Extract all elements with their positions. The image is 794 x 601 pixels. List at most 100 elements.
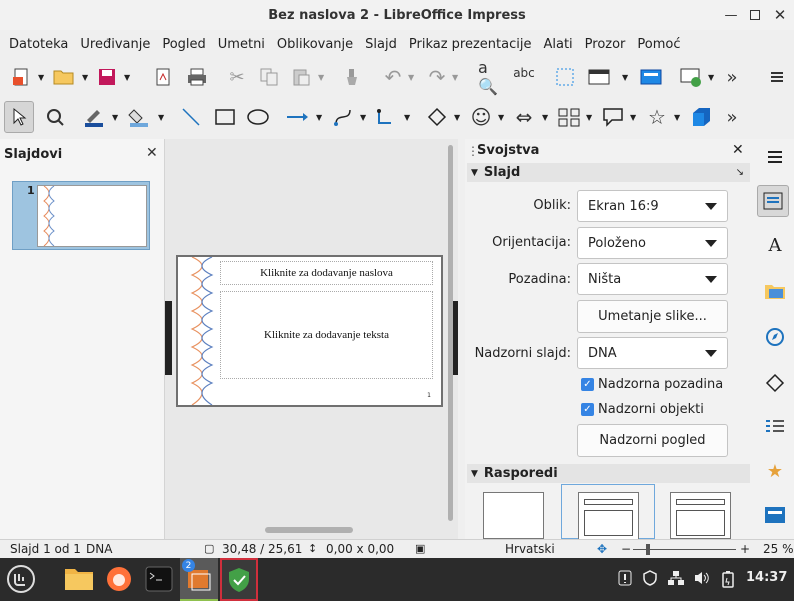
menu-tools[interactable]: Alati: [537, 37, 578, 52]
slide-transition-icon[interactable]: [761, 413, 789, 441]
chevron-down-icon[interactable]: ▼: [674, 113, 680, 122]
orientation-select[interactable]: Položeno: [577, 227, 728, 259]
notification-icon[interactable]: [618, 570, 632, 590]
maximize-icon[interactable]: [746, 6, 764, 24]
minimize-icon[interactable]: —: [722, 6, 740, 24]
menu-file[interactable]: Datoteka: [3, 37, 74, 52]
line-tool-icon[interactable]: [178, 103, 204, 131]
3d-objects-icon[interactable]: [688, 103, 714, 131]
undo-icon[interactable]: ↶: [380, 63, 406, 91]
layout-title-content-selected[interactable]: [561, 484, 655, 540]
open-folder-icon[interactable]: [50, 63, 78, 91]
menu-window[interactable]: Prozor: [579, 37, 632, 52]
master-slide-select[interactable]: DNA: [577, 337, 728, 369]
paste-icon[interactable]: [288, 63, 314, 91]
line-color-icon[interactable]: [80, 103, 108, 131]
chevron-down-icon[interactable]: ▼: [38, 73, 44, 82]
find-replace-icon[interactable]: a🔍: [478, 58, 504, 96]
chevron-down-icon[interactable]: ▼: [586, 113, 592, 122]
layout-title-slide[interactable]: [670, 492, 731, 539]
volume-icon[interactable]: [693, 570, 711, 590]
fill-color-icon[interactable]: [124, 103, 154, 131]
styles-icon[interactable]: A: [761, 231, 789, 259]
layout-blank[interactable]: [483, 492, 544, 539]
chevron-down-icon[interactable]: ▼: [158, 113, 164, 122]
files-icon[interactable]: [62, 562, 96, 596]
chevron-down-icon[interactable]: ▼: [454, 113, 460, 122]
gallery-icon[interactable]: [761, 277, 789, 305]
grid-icon[interactable]: [552, 63, 578, 91]
menu-help[interactable]: Pomoć: [631, 37, 686, 52]
ellipse-tool-icon[interactable]: [244, 103, 272, 131]
master-view-button[interactable]: Nadzorni pogled: [577, 424, 728, 457]
redo-icon[interactable]: ↷: [424, 63, 450, 91]
basic-shapes-icon[interactable]: [424, 103, 450, 131]
format-select[interactable]: Ekran 16:9: [577, 190, 728, 222]
menu-format[interactable]: Oblikovanje: [271, 37, 359, 52]
chevron-down-icon[interactable]: ▼: [404, 113, 410, 122]
master-slide-icon[interactable]: [638, 63, 664, 91]
close-icon[interactable]: ✕: [146, 145, 158, 161]
chevron-down-icon[interactable]: ▼: [408, 73, 414, 82]
star-shapes-icon[interactable]: ☆: [644, 103, 670, 131]
arrow-line-icon[interactable]: [284, 103, 312, 131]
chevron-down-icon[interactable]: ▼: [622, 73, 628, 82]
animation-icon[interactable]: ★: [761, 457, 789, 485]
slide-thumbnail[interactable]: 1: [12, 181, 150, 250]
section-slide-header[interactable]: ▼ Slajd ↘: [467, 163, 750, 182]
hamburger-menu-icon[interactable]: [761, 143, 789, 171]
spelling-icon[interactable]: abc: [510, 63, 538, 91]
properties-deck-icon[interactable]: [757, 185, 789, 217]
start-slideshow-icon[interactable]: [678, 63, 704, 91]
zoom-out-icon[interactable]: −: [621, 542, 631, 556]
symbol-shapes-icon[interactable]: ☺: [468, 103, 494, 131]
zoom-level[interactable]: 25 %: [763, 542, 794, 556]
chevron-down-icon[interactable]: ▼: [542, 113, 548, 122]
content-placeholder[interactable]: Kliknite za dodavanje teksta: [220, 291, 433, 379]
title-placeholder[interactable]: Kliknite za dodavanje naslova: [220, 261, 433, 285]
toolbar-overflow-icon[interactable]: [764, 63, 790, 91]
chevron-down-icon[interactable]: ▼: [360, 113, 366, 122]
terminal-icon[interactable]: [142, 562, 176, 596]
battery-icon[interactable]: [721, 570, 735, 592]
clock[interactable]: 14:37: [746, 570, 787, 585]
menu-edit[interactable]: Uređivanje: [74, 37, 156, 52]
master-objects-checkbox[interactable]: ✓ Nadzorni objekti: [581, 402, 704, 417]
rectangle-tool-icon[interactable]: [212, 103, 238, 131]
chevron-down-icon[interactable]: ▼: [498, 113, 504, 122]
chevron-down-icon[interactable]: ▼: [112, 113, 118, 122]
chevron-down-icon[interactable]: ▼: [630, 113, 636, 122]
zoom-in-icon[interactable]: +: [740, 542, 750, 556]
flowchart-icon[interactable]: [556, 103, 582, 131]
save-icon[interactable]: [94, 63, 120, 91]
mint-menu-icon[interactable]: [4, 562, 38, 596]
block-arrows-icon[interactable]: ⇔: [510, 103, 538, 131]
security-shield-icon[interactable]: [220, 558, 258, 601]
master-background-checkbox[interactable]: ✓ Nadzorna pozadina: [581, 377, 723, 392]
slide-canvas[interactable]: Kliknite za dodavanje naslova Kliknite z…: [176, 255, 443, 407]
network-icon[interactable]: [667, 570, 685, 590]
chevron-down-icon[interactable]: ▼: [708, 73, 714, 82]
more-options-icon[interactable]: »: [722, 63, 742, 91]
menu-slideshow[interactable]: Prikaz prezentacije: [403, 37, 538, 52]
print-icon[interactable]: [184, 63, 210, 91]
chevron-down-icon[interactable]: ▼: [124, 73, 130, 82]
collapse-left-handle[interactable]: [165, 301, 172, 375]
vertical-scrollbar[interactable]: [448, 145, 453, 521]
clone-formatting-icon[interactable]: [340, 63, 366, 91]
chevron-down-icon[interactable]: ▼: [318, 73, 324, 82]
menu-view[interactable]: Pogled: [156, 37, 211, 52]
firefox-icon[interactable]: [102, 562, 136, 596]
callout-icon[interactable]: [600, 103, 626, 131]
copy-icon[interactable]: [256, 63, 282, 91]
chevron-down-icon[interactable]: ▼: [452, 73, 458, 82]
connector-tool-icon[interactable]: [372, 103, 398, 131]
chevron-down-icon[interactable]: ▼: [316, 113, 322, 122]
curve-tool-icon[interactable]: [330, 103, 356, 131]
shield-tray-icon[interactable]: [642, 570, 658, 590]
insert-image-button[interactable]: Umetanje slike...: [577, 300, 728, 333]
impress-window-button[interactable]: 2: [180, 558, 218, 601]
zoom-slider-handle[interactable]: [646, 544, 650, 555]
cut-icon[interactable]: ✂: [224, 63, 250, 91]
more-tools-icon[interactable]: »: [722, 103, 742, 131]
